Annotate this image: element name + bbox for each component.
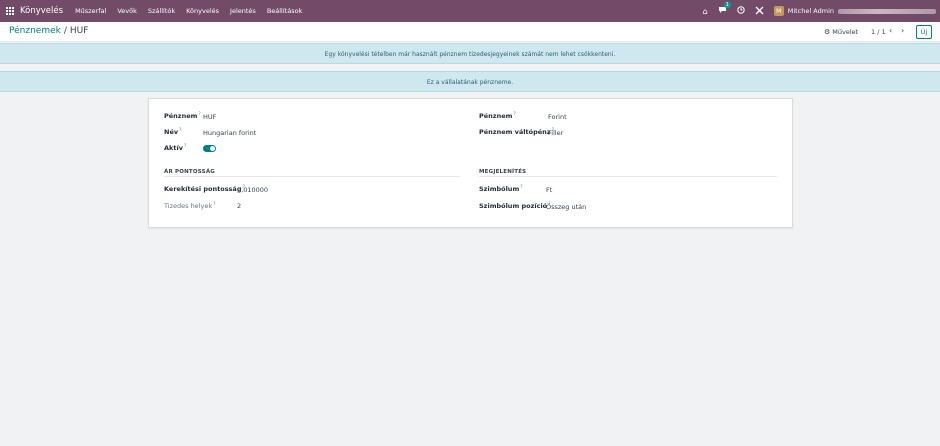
display-section-title: MEGJELENÍTÉS	[479, 169, 527, 175]
help-icon[interactable]: ?	[513, 112, 515, 117]
help-icon[interactable]: ?	[179, 128, 181, 133]
action-menu-button[interactable]: ⚙ Művelet	[824, 28, 858, 36]
messages-badge: 1	[723, 2, 731, 8]
form-sheet: Pénznem? HUF Név? Hungarian forint Aktív…	[148, 98, 793, 228]
new-record-button[interactable]: Új	[916, 25, 932, 39]
top-navbar: Könyvelés Műszerfal Vevők Szállítók Köny…	[0, 0, 940, 22]
currency-unit-label: Pénznem?	[479, 112, 516, 121]
currency-subunit-label: Pénznem váltópénz?	[479, 128, 554, 137]
active-toggle[interactable]	[203, 145, 216, 152]
menu-item-vendors[interactable]: Szállítók	[148, 7, 175, 15]
currency-subunit-field[interactable]: Filler	[548, 129, 563, 137]
apps-menu-icon[interactable]	[6, 7, 14, 15]
help-icon[interactable]: ?	[520, 185, 522, 190]
menu-item-accounting[interactable]: Könyvelés	[186, 7, 219, 15]
symbol-label: Szimbólum?	[479, 185, 523, 194]
help-icon[interactable]: ?	[184, 144, 186, 149]
currency-name-field[interactable]: Hungarian forint	[203, 129, 256, 137]
clock-icon[interactable]	[737, 6, 745, 16]
menu-item-reporting[interactable]: Jelentés	[230, 7, 256, 15]
breadcrumb-current: HUF	[69, 26, 89, 36]
menu-item-configuration[interactable]: Beállítások	[267, 7, 303, 15]
home-icon[interactable]: ⌂	[703, 7, 708, 16]
currency-unit-field[interactable]: Forint	[548, 113, 567, 121]
decimal-places-value: 2	[237, 202, 242, 210]
price-accuracy-section-title: ÁR PONTOSSÁG	[164, 169, 215, 175]
help-icon[interactable]: ?	[198, 112, 200, 117]
user-name[interactable]: Mitchel Admin	[788, 7, 834, 15]
breadcrumb-separator: /	[63, 26, 67, 36]
navbar-systray: ⌂ 1 M Mitchel Admin	[703, 0, 940, 22]
chevron-right-icon[interactable]: ›	[901, 26, 904, 35]
breadcrumb: Pénznemek / HUF	[9, 26, 88, 36]
redacted-database-name	[838, 8, 936, 14]
app-brand[interactable]: Könyvelés	[20, 6, 63, 16]
rounding-label: Kerekítési pontosság?	[164, 185, 245, 194]
breadcrumb-parent-link[interactable]: Pénznemek	[9, 26, 61, 36]
pager-value[interactable]: 1 / 1	[871, 28, 886, 36]
gear-icon: ⚙	[824, 28, 831, 36]
currency-name-label: Név?	[164, 128, 182, 137]
company-currency-alert: Ez a vállalatának pénzneme.	[0, 71, 940, 92]
section-divider	[164, 176, 460, 177]
decimal-warning-alert: Egy könyvelési tételben már használt pén…	[0, 43, 940, 64]
user-avatar[interactable]: M	[773, 6, 784, 16]
main-menu: Műszerfal Vevők Szállítók Könyvelés Jele…	[75, 7, 313, 15]
action-menu-label: Művelet	[832, 28, 859, 36]
section-divider	[479, 176, 777, 177]
menu-item-customers[interactable]: Vevők	[117, 7, 137, 15]
chat-icon[interactable]: 1	[718, 2, 731, 16]
tools-icon[interactable]	[755, 6, 764, 17]
decimal-places-label: Tizedes helyek?	[164, 202, 216, 211]
symbol-field[interactable]: Ft	[546, 186, 552, 194]
menu-item-dashboard[interactable]: Műszerfal	[75, 7, 106, 15]
help-icon[interactable]: ?	[213, 202, 215, 207]
rounding-field[interactable]: 0,010000	[237, 186, 268, 194]
currency-code-field[interactable]: HUF	[203, 113, 216, 121]
chevron-left-icon[interactable]: ‹	[889, 26, 892, 35]
active-label: Aktív?	[164, 144, 187, 153]
symbol-position-label: Szimbólum pozíció?	[479, 202, 551, 211]
control-panel: Pénznemek / HUF ⚙ Művelet 1 / 1 ‹ › Új	[0, 22, 940, 42]
symbol-position-field[interactable]: Összeg után	[546, 203, 586, 211]
currency-code-label: Pénznem?	[164, 112, 201, 121]
